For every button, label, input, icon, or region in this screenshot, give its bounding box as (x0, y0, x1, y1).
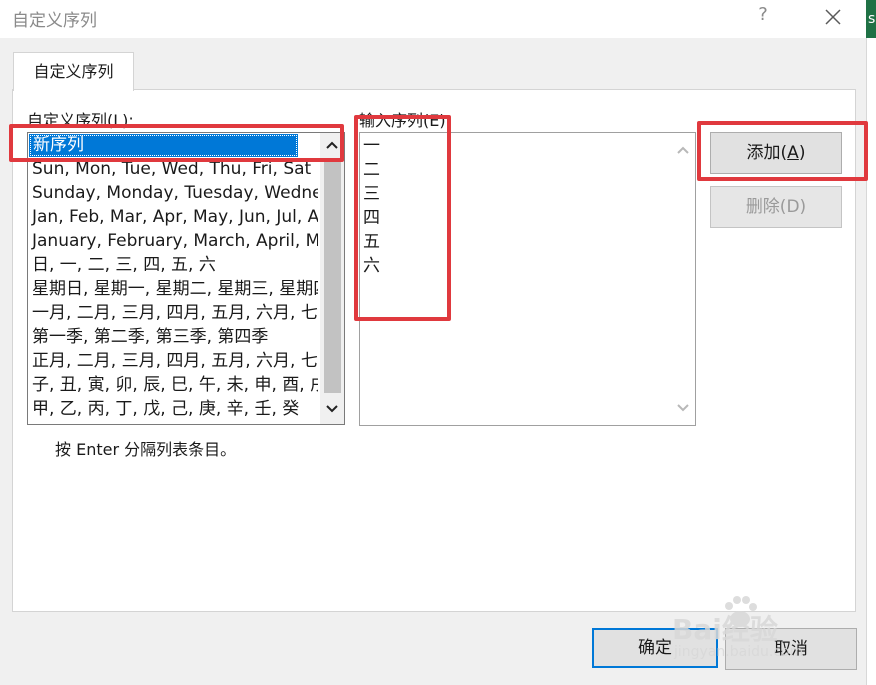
dialog-titlebar: 自定义序列 ? (0, 0, 866, 38)
add-button-prefix: 添加( (746, 143, 788, 163)
excel-ribbon-edge: s (866, 0, 876, 38)
close-icon (825, 9, 841, 25)
entry-line: 三 (363, 184, 380, 204)
ok-button[interactable]: 确定 (592, 628, 718, 668)
textarea-scrollbar[interactable] (671, 133, 695, 425)
entry-line: 六 (363, 256, 380, 276)
list-item[interactable]: 星期日, 星期一, 星期二, 星期三, 星期四 (28, 277, 318, 301)
list-item[interactable]: January, February, March, April, May, Ju… (28, 229, 318, 253)
list-item[interactable]: 子, 丑, 寅, 卯, 辰, 巳, 午, 未, 申, 酉, 戌 (28, 373, 318, 397)
add-button[interactable]: 添加(A) (710, 132, 842, 174)
entry-line: 二 (363, 160, 380, 180)
scrollbar-thumb[interactable] (324, 159, 341, 393)
list-item-selected[interactable]: 新序列 (29, 134, 298, 157)
entry-line: 四 (363, 208, 380, 228)
custom-lists-label: 自定义序列(L): (27, 111, 134, 130)
add-button-accesskey: A (787, 143, 799, 163)
scroll-up-icon[interactable] (671, 139, 695, 163)
entry-line: 一 (363, 136, 380, 156)
excel-background-edge (866, 0, 876, 685)
list-entries-lines: 一 二 三 四 五 六 (363, 134, 380, 278)
list-item[interactable]: 第一季, 第二季, 第三季, 第四季 (28, 325, 318, 349)
list-item[interactable]: Sunday, Monday, Tuesday, Wednesday, Thur… (28, 181, 318, 205)
list-item[interactable]: Jan, Feb, Mar, Apr, May, Jun, Jul, Aug, … (28, 205, 318, 229)
list-item[interactable]: 一月, 二月, 三月, 四月, 五月, 六月, 七月 (28, 301, 318, 325)
delete-button[interactable]: 删除(D) (710, 186, 842, 228)
scroll-down-icon[interactable] (320, 398, 344, 422)
excel-ribbon-letter: s (868, 11, 876, 27)
add-button-suffix: ) (798, 143, 806, 163)
close-button[interactable] (818, 2, 848, 32)
scroll-down-icon[interactable] (671, 397, 695, 421)
list-item[interactable]: Sun, Mon, Tue, Wed, Thu, Fri, Sat (28, 157, 318, 181)
list-entries-label: 输入序列(E): (359, 111, 451, 130)
custom-lists-dialog: 自定义序列 ? 自定义序列 自定义序列(L): 输入序列(E): 新序列 Sun… (0, 0, 868, 685)
tab-custom-lists[interactable]: 自定义序列 (13, 52, 134, 91)
list-item[interactable]: 正月, 二月, 三月, 四月, 五月, 六月, 七月 (28, 349, 318, 373)
listbox-scrollbar[interactable] (320, 133, 344, 424)
scroll-up-icon[interactable] (320, 134, 344, 158)
list-entries-textarea[interactable]: 一 二 三 四 五 六 (359, 132, 696, 426)
entry-line: 五 (363, 232, 380, 252)
hint-text: 按 Enter 分隔列表条目。 (55, 440, 237, 459)
custom-lists-items: 新序列 Sun, Mon, Tue, Wed, Thu, Fri, Sat Su… (28, 133, 318, 424)
cancel-button[interactable]: 取消 (725, 628, 857, 670)
help-button[interactable]: ? (752, 4, 774, 30)
list-item[interactable]: 甲, 乙, 丙, 丁, 戊, 己, 庚, 辛, 壬, 癸 (28, 397, 318, 421)
list-item[interactable]: 日, 一, 二, 三, 四, 五, 六 (28, 253, 318, 277)
dialog-title: 自定义序列 (12, 11, 97, 31)
custom-lists-listbox[interactable]: 新序列 Sun, Mon, Tue, Wed, Thu, Fri, Sat Su… (27, 132, 345, 425)
